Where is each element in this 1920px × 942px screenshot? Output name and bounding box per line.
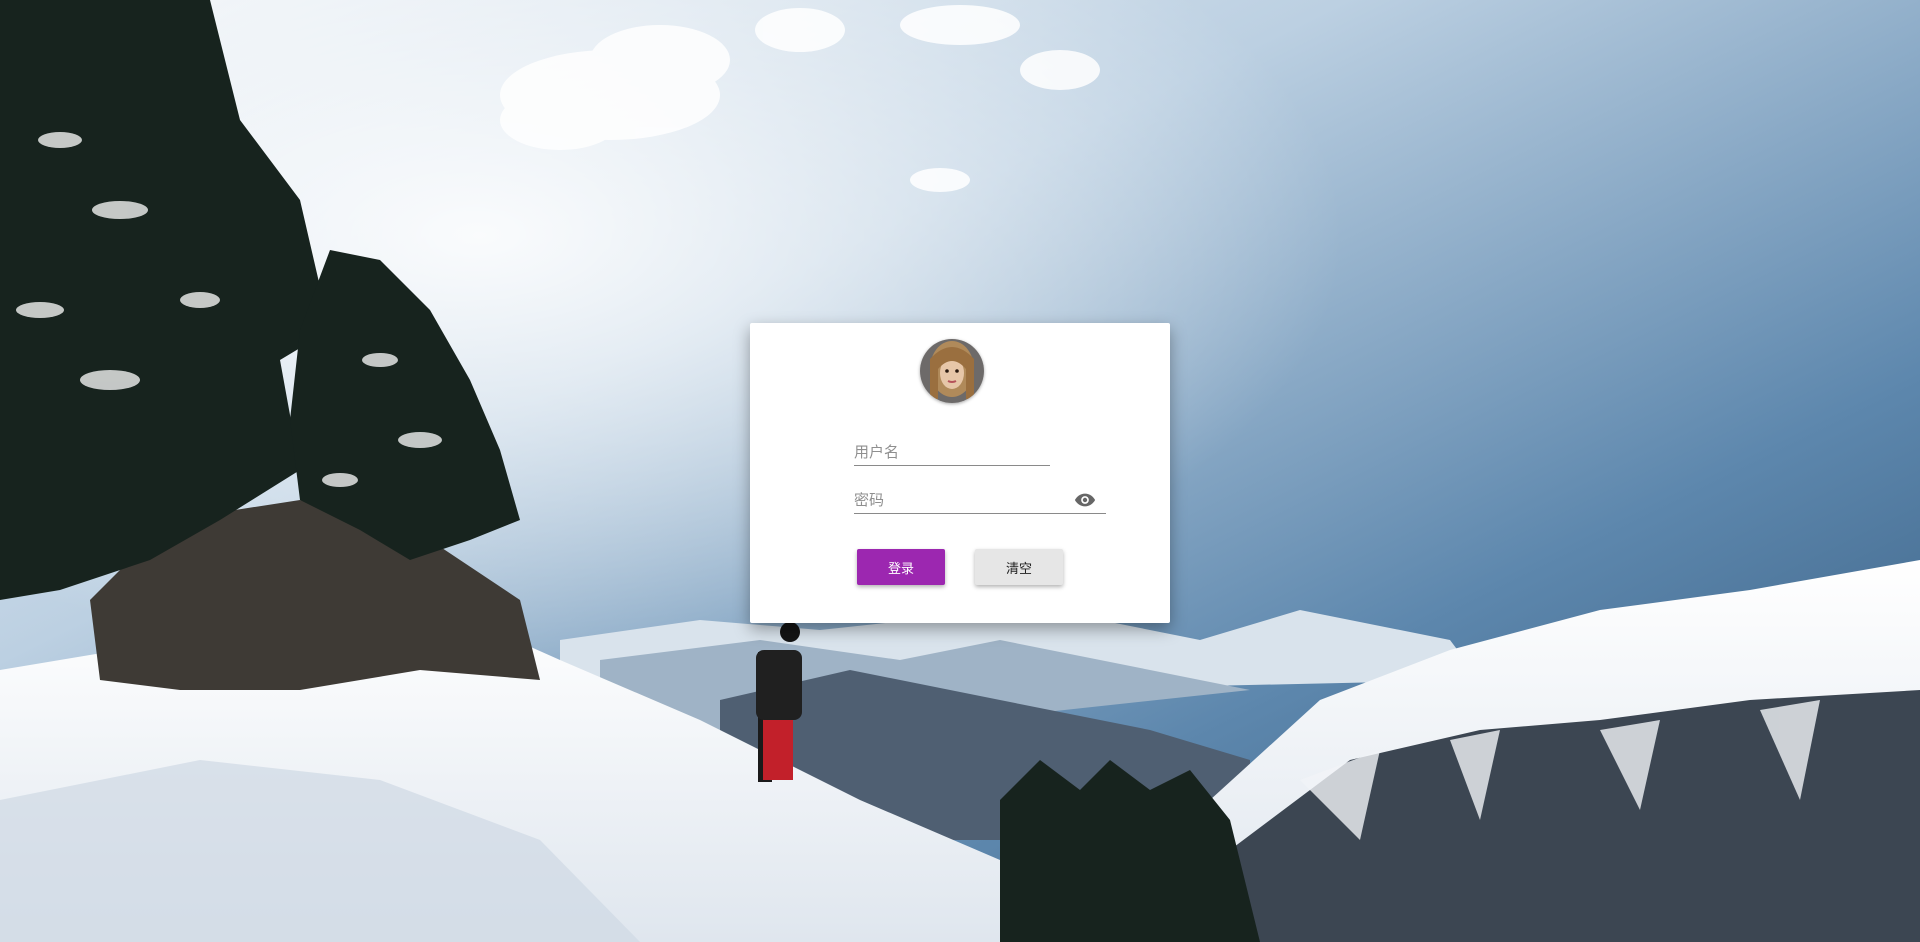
- eye-icon[interactable]: [1074, 491, 1096, 509]
- password-input[interactable]: [854, 489, 1064, 511]
- user-avatar: [920, 339, 984, 403]
- login-button[interactable]: 登录: [857, 549, 945, 585]
- login-page: 登录 清空: [0, 0, 1920, 942]
- password-field: [854, 487, 1106, 514]
- clear-button[interactable]: 清空: [975, 549, 1063, 585]
- username-input[interactable]: [854, 441, 1050, 463]
- username-field: [854, 439, 1050, 466]
- login-card: 登录 清空: [750, 323, 1170, 623]
